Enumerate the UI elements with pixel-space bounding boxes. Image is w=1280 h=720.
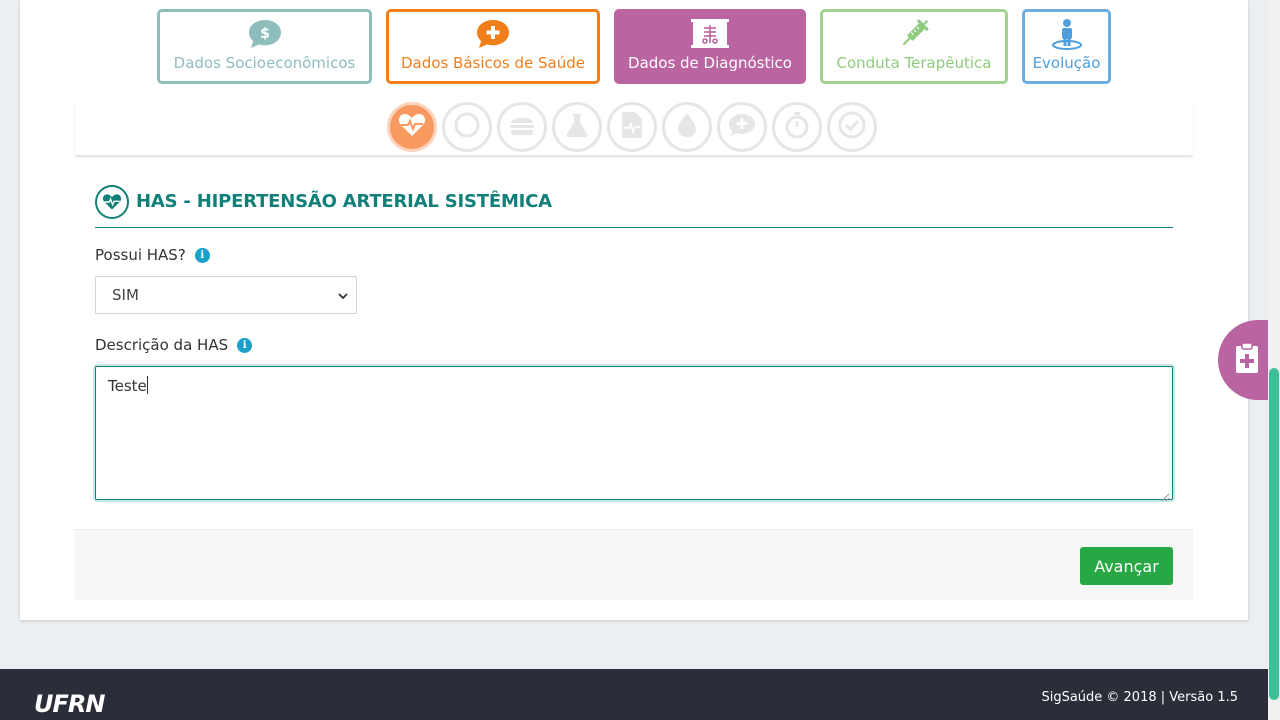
drop-icon	[676, 111, 698, 143]
flask-icon	[564, 112, 590, 142]
step-stopwatch[interactable]	[772, 102, 822, 152]
tab-dados-diagnostico[interactable]: Dados de Diagnóstico	[614, 9, 806, 84]
info-icon[interactable]: i	[237, 337, 253, 353]
section-title: HAS - HIPERTENSÃO ARTERIAL SISTÊMICA	[136, 191, 552, 212]
circle-icon	[453, 111, 481, 143]
heartbeat-icon	[398, 112, 426, 142]
step-check[interactable]	[827, 102, 877, 152]
desc-textarea-value: Teste	[108, 377, 147, 395]
step-file-pulse[interactable]	[607, 102, 657, 152]
tab-label: Dados de Diagnóstico	[628, 54, 792, 72]
dollar-chat-icon: $	[248, 18, 282, 50]
step-flask[interactable]	[552, 102, 602, 152]
step-heartbeat[interactable]	[387, 102, 437, 152]
stopwatch-icon	[785, 111, 809, 143]
ufrn-logo: UFRN	[34, 690, 105, 718]
has-field-label: Possui HAS? i	[95, 246, 210, 264]
scrollbar-thumb[interactable]	[1269, 368, 1279, 700]
chevron-down-icon	[338, 286, 348, 304]
tab-label: Dados Socioeconômicos	[173, 54, 356, 72]
info-icon[interactable]: i	[194, 247, 210, 263]
text-caret	[146, 376, 148, 394]
tab-label: Evolução	[1032, 54, 1101, 72]
step-drop[interactable]	[662, 102, 712, 152]
section-header: HAS - HIPERTENSÃO ARTERIAL SISTÊMICA	[95, 185, 1173, 228]
step-circle[interactable]	[442, 102, 492, 152]
clipboard-plus-icon	[1234, 342, 1260, 378]
file-pulse-icon	[620, 111, 644, 143]
form-actions: Avançar	[75, 529, 1193, 600]
check-icon	[838, 111, 866, 143]
xray-board-icon	[689, 18, 731, 50]
tab-dados-socioeconomicos[interactable]: $ Dados Socioeconômicos	[157, 9, 372, 84]
tab-conduta-terapeutica[interactable]: Conduta Terapêutica	[820, 9, 1008, 84]
burger-icon	[508, 113, 536, 141]
syringe-icon	[897, 18, 931, 50]
svg-text:$: $	[260, 26, 270, 42]
desc-label-text: Descrição da HAS	[95, 336, 229, 354]
step-plus-comment[interactable]	[717, 102, 767, 152]
resize-handle-icon[interactable]	[1161, 488, 1170, 502]
tab-evolucao[interactable]: Evolução	[1022, 9, 1111, 84]
plus-comment-icon	[728, 112, 756, 142]
plus-chat-icon	[476, 18, 510, 50]
heartbeat-icon	[95, 185, 129, 219]
steps-bar	[75, 100, 1193, 155]
tab-label: Conduta Terapêutica	[836, 54, 992, 72]
has-label-text: Possui HAS?	[95, 246, 186, 264]
desc-field-label: Descrição da HAS i	[95, 336, 253, 354]
tab-label: Dados Básicos de Saúde	[401, 54, 585, 72]
footer-copyright: SigSaúde © 2018 | Versão 1.5	[1041, 690, 1238, 705]
tab-dados-basicos-saude[interactable]: Dados Básicos de Saúde	[386, 9, 600, 84]
next-button[interactable]: Avançar	[1080, 547, 1173, 585]
desc-textarea[interactable]: Teste	[95, 366, 1173, 502]
step-burger[interactable]	[497, 102, 547, 152]
footer: UFRN SigSaúde © 2018 | Versão 1.5	[0, 669, 1268, 720]
has-select-value: SIM	[112, 286, 139, 304]
has-select[interactable]: SIM	[95, 276, 357, 314]
person-target-icon	[1050, 18, 1084, 50]
